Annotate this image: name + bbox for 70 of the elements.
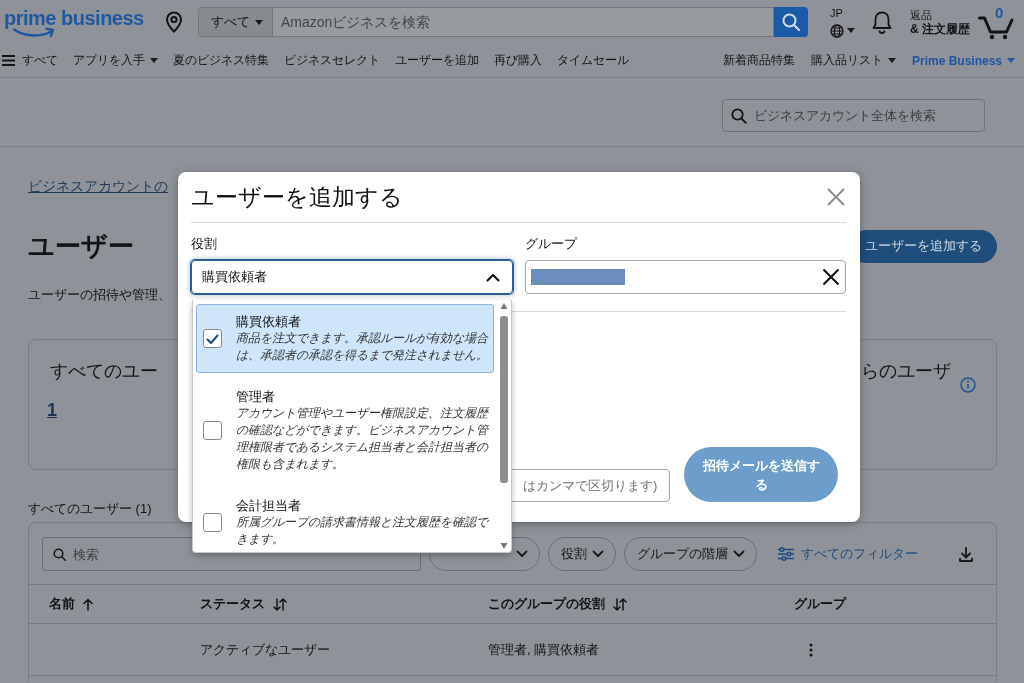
account-search-field[interactable]: ビジネスアカウント全体を検索 <box>722 98 985 132</box>
caret-down-icon <box>847 28 855 33</box>
clear-icon[interactable] <box>822 268 840 286</box>
globe-icon <box>830 23 844 38</box>
chevron-down-icon <box>592 550 604 558</box>
info-icon[interactable] <box>960 377 976 393</box>
table-cell-text: 管理者, 購買依頼者 <box>488 640 601 659</box>
sort-ascending-icon[interactable] <box>83 597 93 611</box>
page-title: ユーザー <box>28 231 134 261</box>
stat-label: らのユーザ <box>861 361 951 381</box>
chevron-down-icon <box>516 550 528 558</box>
group-field[interactable] <box>525 260 846 294</box>
column-header[interactable]: ステータス <box>200 595 265 613</box>
checkbox[interactable] <box>203 421 222 440</box>
field-label: 役割 <box>191 235 217 253</box>
stat-label: すべてのユー <box>50 361 158 381</box>
menu-button[interactable]: すべて <box>2 52 58 69</box>
bell-icon[interactable] <box>871 10 893 34</box>
checkbox[interactable] <box>203 329 222 348</box>
role-option[interactable]: 管理者 アカウント管理やユーザー権限設定、注文履歴の確認などができます。ビジネスアカウント管理権限者であるシステム担当者と会計担当者の権限も含まれます。 <box>196 379 494 482</box>
search-icon <box>782 13 800 31</box>
column-header[interactable]: グループ <box>794 595 846 613</box>
option-description: アカウント管理やユーザー権限設定、注文履歴の確認などができます。ビジネスアカウント管理権限者であるシステム担当者と会計担当者の権限も含まれます。 <box>236 405 491 473</box>
location-pin-icon[interactable] <box>165 11 183 33</box>
caret-down-icon <box>150 58 158 63</box>
all-filters-link[interactable]: すべてのフィルター <box>777 545 918 563</box>
close-icon[interactable] <box>826 187 846 207</box>
checkbox[interactable] <box>203 513 222 532</box>
section-heading: すべてのユーザー (1) <box>28 501 152 516</box>
breadcrumb-link[interactable]: ビジネスアカウントの <box>28 179 168 195</box>
nav-link[interactable]: 夏のビジネス特集 <box>173 52 269 69</box>
nav-link[interactable]: 新着商品特集 <box>722 52 795 69</box>
download-icon[interactable] <box>959 546 973 562</box>
orders-link[interactable]: 返品 & 注文履歴 <box>910 8 970 36</box>
category-dropdown[interactable]: すべて <box>198 7 273 37</box>
search-button[interactable] <box>774 7 808 37</box>
role-option[interactable]: 購買依頼者 商品を注文できます。承認ルールが有効な場合は、承認者の承認を得るまで発注されません。 <box>196 304 494 373</box>
option-title: 管理者 <box>236 388 275 405</box>
dialog-title: ユーザーを追加する <box>191 183 403 211</box>
more-options-icon[interactable] <box>809 642 813 657</box>
table-cell-text: アクティブなユーザー <box>200 640 331 659</box>
nav-link[interactable]: 再び購入 <box>494 52 542 69</box>
caret-down-icon <box>1007 58 1015 63</box>
option-title: 会計担当者 <box>236 497 301 514</box>
caret-down-icon <box>255 19 263 25</box>
column-header[interactable]: このグループの役割 <box>488 595 605 613</box>
sliders-icon <box>777 547 795 561</box>
sort-icon[interactable] <box>613 597 627 611</box>
search-icon <box>53 548 66 561</box>
nav-link[interactable]: 購入品リスト <box>810 52 896 69</box>
nav-link[interactable]: アプリを入手 <box>73 52 158 69</box>
chevron-up-icon <box>486 272 500 282</box>
sort-icon[interactable] <box>273 597 287 611</box>
page-description: ユーザーの招待や管理、 <box>28 287 171 303</box>
role-select[interactable]: 購買依頼者 <box>191 260 513 294</box>
nav-link[interactable]: ビジネスセレクト <box>284 52 380 69</box>
field-label: グループ <box>525 235 577 253</box>
nav-link[interactable]: ユーザーを追加 <box>395 52 479 69</box>
checkmark-icon <box>206 333 219 344</box>
user-count-link[interactable]: 1 <box>47 400 57 420</box>
search-icon <box>731 107 747 124</box>
menu-icon <box>2 55 15 66</box>
search-field[interactable]: Amazonビジネスを検索 <box>273 7 774 37</box>
chevron-down-icon <box>733 550 745 558</box>
option-title: 購買依頼者 <box>236 313 301 330</box>
column-header[interactable]: 名前 <box>49 595 75 613</box>
language-selector[interactable]: JP <box>830 6 855 38</box>
option-description: 商品を注文できます。承認ルールが有効な場合は、承認者の承認を得るまで発注されません。 <box>236 330 490 364</box>
nav-link[interactable]: タイムセール <box>557 52 629 69</box>
caret-down-icon <box>887 58 896 63</box>
